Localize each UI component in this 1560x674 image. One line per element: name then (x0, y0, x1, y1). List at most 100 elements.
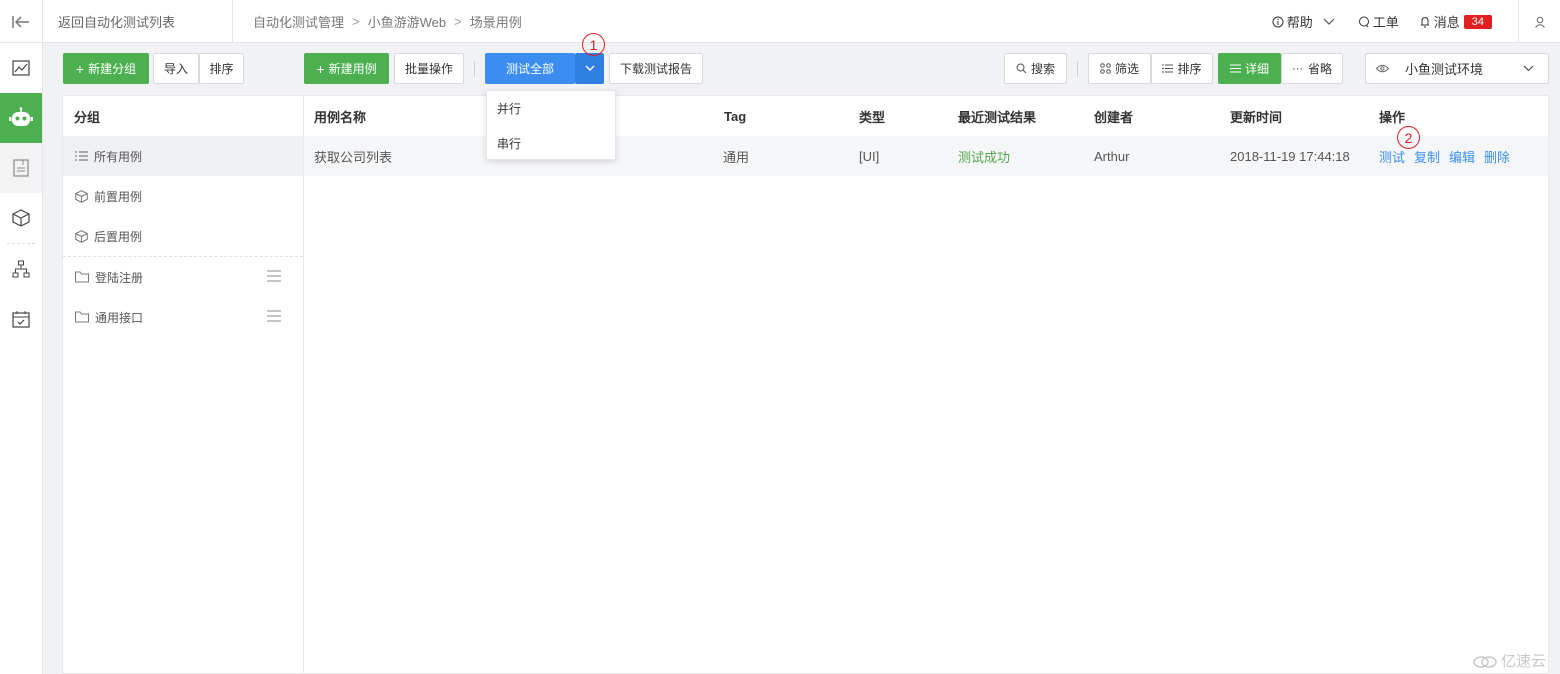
bell-icon (1420, 16, 1429, 27)
chevron-down-icon (585, 65, 594, 71)
test-mode-dropdown: 并行 串行 (486, 90, 616, 160)
search-button[interactable]: 搜索 (1004, 53, 1067, 84)
column-header-updated[interactable]: 更新时间 (1230, 96, 1282, 136)
case-creator: Arthur (1094, 148, 1130, 164)
breadcrumb-item[interactable]: 自动化测试管理 (253, 12, 344, 31)
back-to-list-link[interactable]: 返回自动化测试列表 (43, 0, 233, 43)
breadcrumb: 自动化测试管理 > 小鱼游游Web > 场景用例 (253, 0, 522, 43)
group-item-all[interactable]: 所有用例 (63, 136, 303, 176)
import-button[interactable]: 导入 (153, 53, 199, 84)
plus-icon: + (75, 60, 85, 77)
group-item-label: 通用接口 (95, 310, 144, 325)
watermark-text: 亿速云 (1500, 653, 1546, 670)
nav-document-icon[interactable] (0, 143, 42, 193)
chevron-down-icon (1323, 18, 1335, 25)
edit-action-link[interactable]: 编辑 (1449, 147, 1475, 166)
nav-robot-icon[interactable] (0, 93, 42, 143)
column-header-result[interactable]: 最近测试结果 (958, 96, 1036, 136)
chat-bubble-icon (1358, 16, 1369, 27)
list-icon (1162, 64, 1174, 73)
nav-cube-icon[interactable] (0, 193, 42, 243)
detail-view-button[interactable]: 详细 (1218, 53, 1281, 84)
help-label: 帮助 (1286, 15, 1313, 30)
group-item-login[interactable]: 登陆注册 (63, 257, 303, 297)
sort-groups-button[interactable]: 排序 (199, 53, 244, 84)
new-group-label: 新建分组 (88, 62, 137, 76)
ellipsis-icon: ··· (1291, 62, 1303, 75)
brief-label: 省略 (1307, 62, 1332, 76)
new-group-button[interactable]: + 新建分组 (63, 53, 149, 84)
group-item-label: 登陆注册 (95, 270, 144, 285)
dropdown-item-serial[interactable]: 串行 (487, 126, 615, 161)
watermark: 亿速云 (1472, 650, 1546, 671)
group-item-label: 前置用例 (94, 189, 143, 204)
filter-label: 筛选 (1114, 62, 1139, 76)
brief-view-button[interactable]: ··· 省略 (1281, 53, 1343, 84)
breadcrumb-item: 场景用例 (469, 15, 522, 30)
groups-panel: 分组 所有用例 前置用例 后置用例 登陆注册 通用接口 (62, 95, 304, 674)
dropdown-item-parallel[interactable]: 并行 (487, 91, 615, 126)
delete-action-link[interactable]: 删除 (1484, 147, 1510, 166)
column-header-tag[interactable]: Tag (724, 96, 746, 136)
environment-select[interactable]: 小鱼测试环境 (1365, 53, 1549, 84)
breadcrumb-chevron-icon: > (352, 14, 360, 29)
top-bar: 返回自动化测试列表 自动化测试管理 > 小鱼游游Web > 场景用例 帮助 工单… (0, 0, 1560, 43)
folder-icon (75, 271, 89, 283)
case-updated: 2018-11-19 17:44:18 (1230, 148, 1350, 164)
breadcrumb-chevron-icon: > (454, 14, 462, 29)
plus-icon: + (316, 60, 325, 77)
case-table: 用例名称 Tag 类型 最近测试结果 创建者 更新时间 操作 获取公司列表 通用… (304, 95, 1549, 674)
left-nav (0, 43, 43, 674)
test-action-link[interactable]: 测试 (1379, 147, 1405, 166)
messages-label: 消息 (1433, 15, 1460, 30)
column-header-creator[interactable]: 创建者 (1094, 96, 1133, 136)
test-all-dropdown-toggle[interactable] (575, 53, 604, 84)
cube-icon (75, 229, 88, 243)
batch-operation-button[interactable]: 批量操作 (394, 53, 464, 84)
top-right-actions: 帮助 工单 消息 34 (1272, 0, 1560, 43)
annotation-marker-2: 2 (1397, 126, 1420, 149)
toolbar-divider (1077, 61, 1078, 77)
messages-button[interactable]: 消息 34 (1419, 12, 1492, 31)
case-tag: 通用 (723, 149, 750, 165)
menu-icon[interactable] (267, 270, 281, 282)
test-all-button[interactable]: 测试全部 (485, 53, 575, 84)
folder-icon (75, 311, 89, 323)
sort-button[interactable]: 排序 (1151, 53, 1213, 84)
nav-calendar-check-icon[interactable] (0, 294, 42, 344)
new-case-label: 新建用例 (328, 62, 377, 76)
new-case-button[interactable]: + 新建用例 (304, 53, 389, 84)
breadcrumb-item[interactable]: 小鱼游游Web (368, 12, 447, 31)
copy-action-link[interactable]: 复制 (1414, 147, 1440, 166)
menu-icon[interactable] (267, 310, 281, 322)
group-item-label: 所有用例 (94, 149, 143, 164)
group-item-pre[interactable]: 前置用例 (63, 176, 303, 216)
help-menu[interactable]: 帮助 (1272, 12, 1338, 31)
case-name[interactable]: 获取公司列表 (314, 136, 392, 176)
environment-value: 小鱼测试环境 (1405, 62, 1484, 77)
nav-hierarchy-icon[interactable] (0, 244, 42, 294)
cloud-logo-icon (1473, 655, 1497, 668)
case-result[interactable]: 测试成功 (958, 136, 1010, 176)
list-icon (75, 151, 88, 161)
eye-icon (1376, 64, 1389, 73)
sort-label: 排序 (1177, 62, 1202, 76)
user-icon[interactable] (1518, 0, 1560, 43)
column-header-type[interactable]: 类型 (859, 96, 885, 136)
group-item-common-api[interactable]: 通用接口 (63, 297, 303, 337)
annotation-marker-1: 1 (582, 33, 605, 56)
nav-chart-icon[interactable] (0, 43, 42, 93)
filter-button[interactable]: 筛选 (1088, 53, 1151, 84)
download-report-button[interactable]: 下载测试报告 (609, 53, 703, 84)
collapse-back-icon[interactable] (0, 0, 43, 43)
toolbar-divider (474, 61, 475, 77)
case-type: [UI] (859, 148, 880, 164)
column-header-name[interactable]: 用例名称 (314, 96, 366, 136)
search-icon (1016, 63, 1027, 74)
toolbar: + 新建分组 导入 排序 + 新建用例 批量操作 测试全部 下载测试报告 搜索 筛选… (43, 43, 1560, 95)
group-item-post[interactable]: 后置用例 (63, 216, 303, 256)
group-item-label: 后置用例 (94, 229, 143, 244)
search-label: 搜索 (1030, 62, 1055, 76)
chevron-down-icon (1523, 65, 1534, 72)
ticket-button[interactable]: 工单 (1358, 12, 1399, 31)
